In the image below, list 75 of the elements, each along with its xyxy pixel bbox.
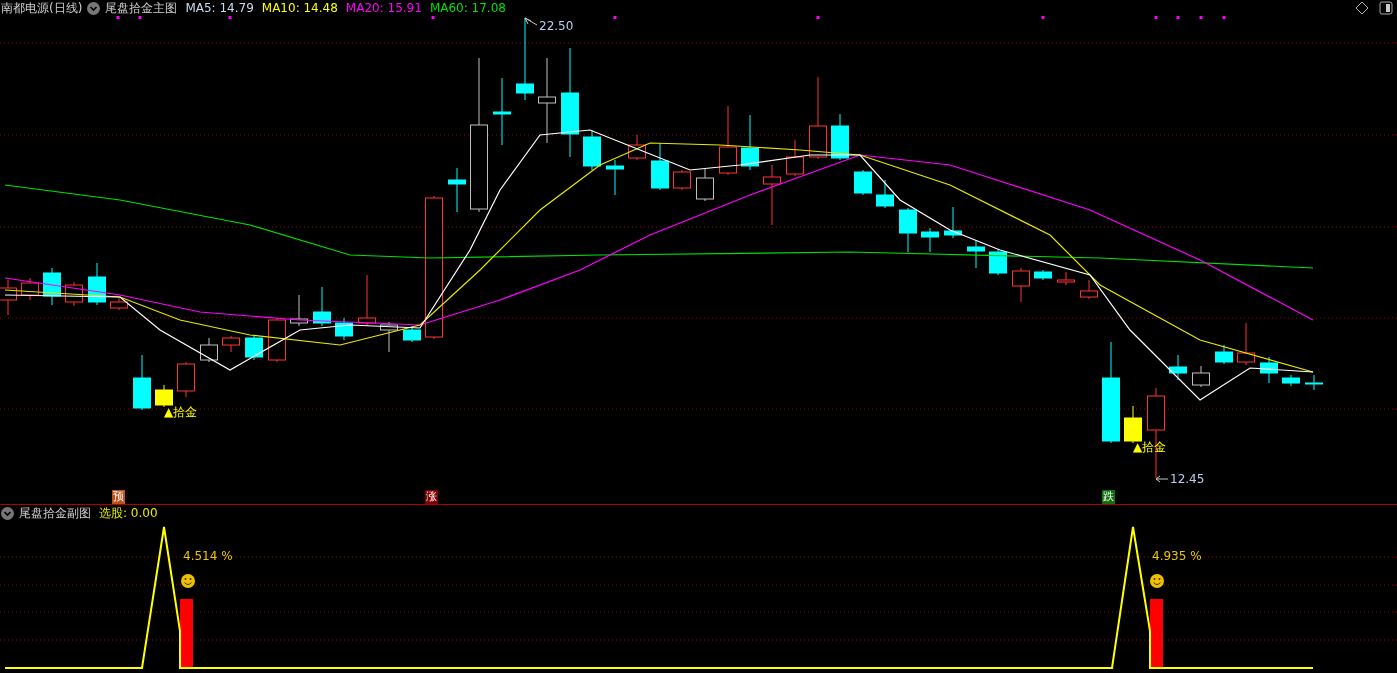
candlestick — [899, 207, 917, 253]
candlestick — [1192, 365, 1210, 388]
diamond-icon[interactable] — [1355, 1, 1369, 15]
candlestick — [133, 354, 151, 411]
candlestick — [268, 317, 286, 363]
indicator-title: 尾盘拾金副图 — [19, 504, 91, 522]
candlestick — [358, 274, 376, 327]
candlestick — [921, 227, 939, 253]
candlestick — [763, 164, 781, 226]
candlestick — [290, 294, 308, 327]
candlestick — [448, 167, 466, 213]
candlestick — [719, 105, 737, 176]
candlestick — [110, 297, 128, 311]
candlestick — [967, 239, 985, 269]
candlestick — [628, 134, 646, 161]
candlestick — [380, 321, 398, 353]
candlestick — [1215, 344, 1233, 365]
ma-legend: MA10: 14.48 — [261, 1, 338, 15]
candlestick — [21, 277, 39, 301]
signal-label: ▲拾金 — [164, 404, 198, 421]
pick-reading: 选股: 0.00 — [99, 504, 158, 522]
percent-label: 4.935 % — [1152, 549, 1202, 563]
candlestick — [989, 249, 1007, 276]
candlestick — [155, 384, 173, 408]
candlestick — [1237, 322, 1255, 366]
high-price-label: 22.50 — [539, 19, 574, 33]
smiley-icon — [1150, 574, 1164, 588]
candlestick — [403, 325, 421, 343]
candlestick — [335, 317, 353, 341]
candlestick — [696, 167, 714, 202]
candlestick — [1124, 405, 1142, 444]
low-price-label: 12.45 — [1170, 472, 1205, 486]
candlestick — [831, 113, 849, 161]
candlestick — [1057, 271, 1075, 286]
candlestick — [222, 335, 240, 353]
candlestick — [43, 267, 61, 306]
percent-label: 4.514 % — [183, 549, 233, 563]
candlestick — [493, 77, 511, 146]
candlestick — [786, 139, 804, 177]
marker-badge: 跌 — [1102, 490, 1115, 504]
signal-label: ▲拾金 — [1133, 439, 1167, 456]
candlestick — [673, 169, 691, 191]
indicator-title: 尾盘拾金主图 — [105, 0, 178, 17]
ma-legend: MA5: 14.79 — [185, 1, 254, 15]
candlestick — [876, 179, 894, 209]
marker-badge: 涨 — [425, 490, 438, 504]
arrow-icon — [524, 17, 538, 26]
candlestick — [854, 169, 872, 196]
panel-toggle-icon[interactable] — [1379, 1, 1393, 15]
candlestick — [245, 335, 263, 361]
stock-title: 南都电源(日线) — [1, 0, 83, 17]
arrow-icon — [1155, 475, 1169, 483]
candlestick — [88, 262, 106, 306]
candlestick — [1012, 267, 1030, 303]
candlestick — [65, 281, 83, 307]
candlestick — [651, 142, 669, 191]
candlestick — [944, 206, 962, 239]
candlestick — [200, 337, 218, 363]
candlestick — [313, 286, 331, 327]
dropdown-icon[interactable] — [1, 506, 14, 520]
ma-legend: MA60: 17.08 — [429, 1, 506, 15]
candlestick — [1282, 374, 1300, 387]
candlestick — [1080, 279, 1098, 300]
candlestick — [583, 129, 601, 171]
candlestick — [606, 159, 624, 196]
candlestick — [1034, 269, 1052, 281]
candlestick — [1169, 354, 1187, 381]
candlestick — [177, 361, 195, 398]
ma-legend: MA20: 15.91 — [345, 1, 422, 15]
candlestick — [1305, 374, 1323, 391]
dropdown-icon[interactable] — [87, 1, 101, 15]
candlestick — [741, 114, 759, 171]
smiley-icon — [181, 574, 195, 588]
candlestick — [1260, 356, 1278, 384]
marker-badge: 预 — [112, 490, 125, 504]
